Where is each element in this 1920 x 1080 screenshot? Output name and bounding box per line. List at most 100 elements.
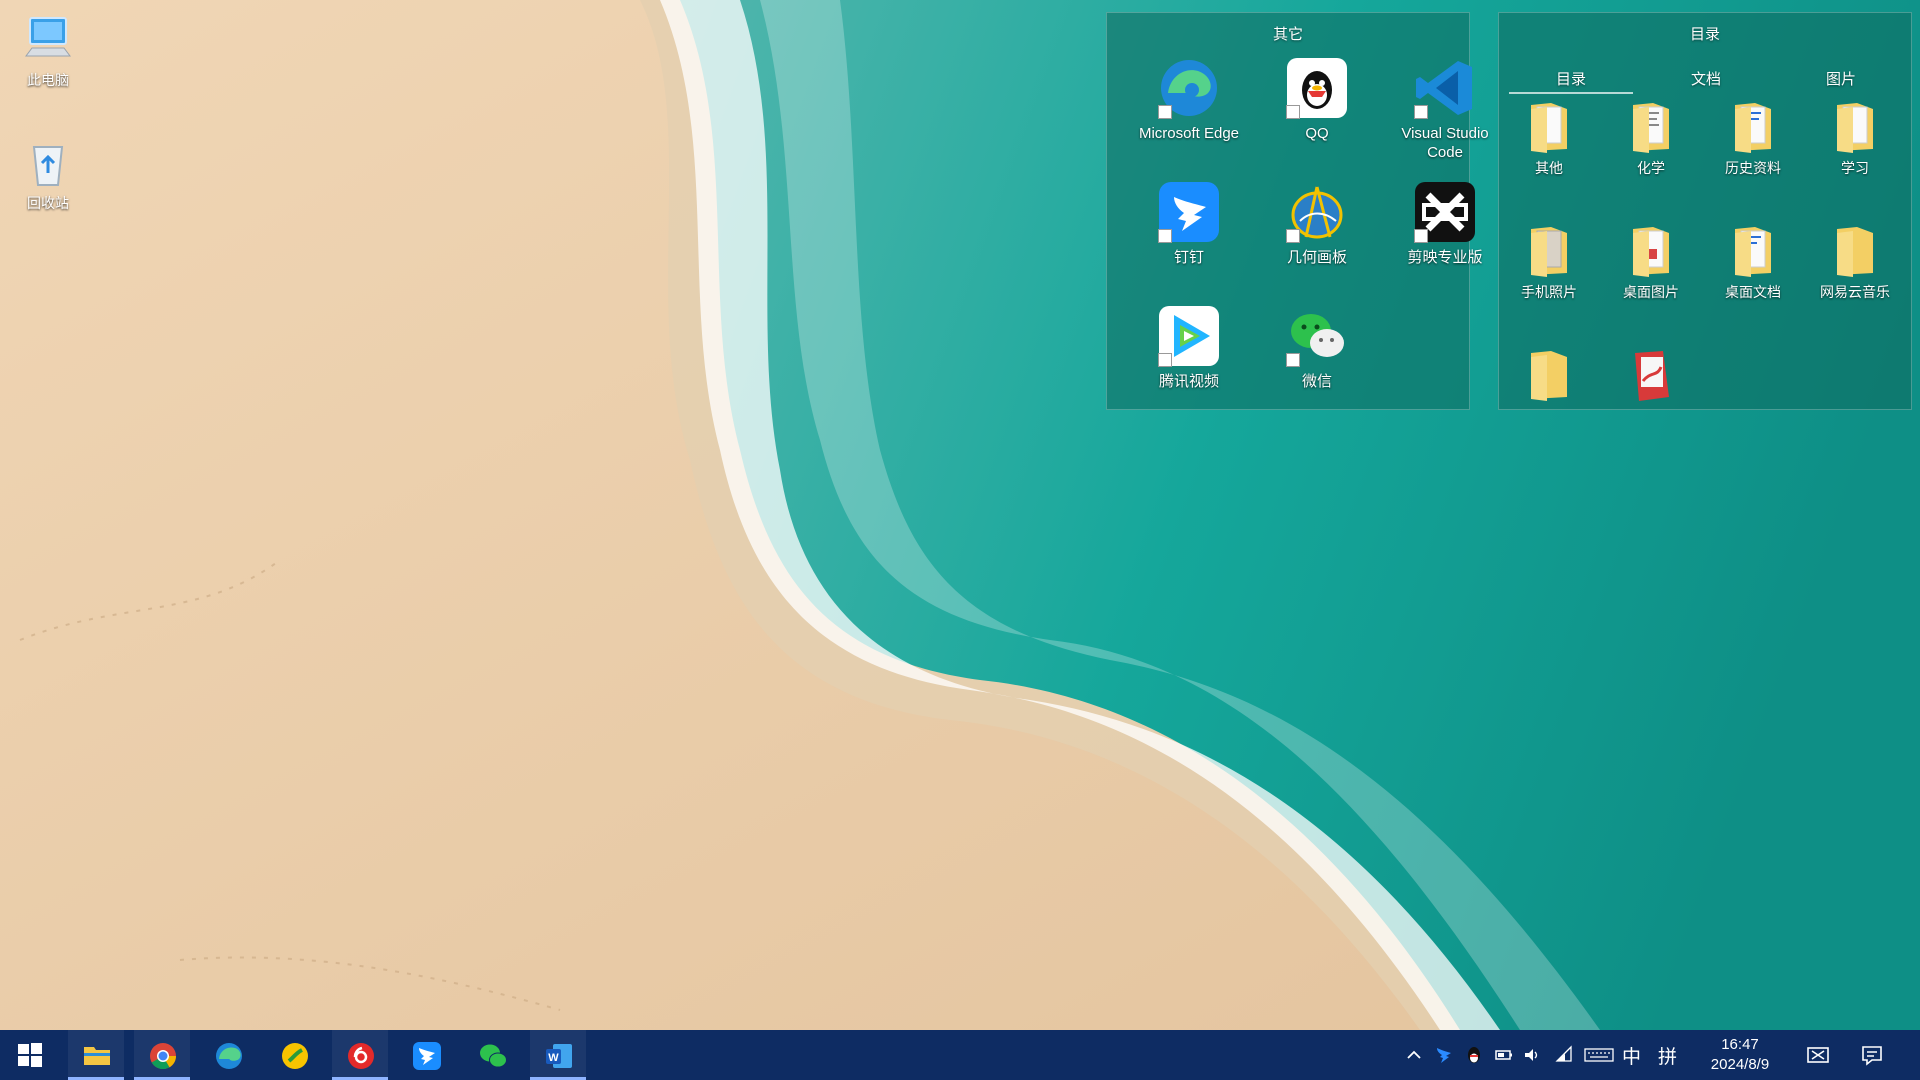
fence-other: 其它 Microsoft Edge QQ Visual Studio Code … <box>1106 12 1489 410</box>
taskbar-chrome[interactable] <box>134 1030 190 1080</box>
volume-icon[interactable] <box>1522 1045 1542 1065</box>
folder-icon <box>1623 223 1679 279</box>
app-qq[interactable]: QQ <box>1262 57 1372 143</box>
app-capcut[interactable]: 剪映专业版 <box>1390 181 1500 267</box>
recycle-bin-icon <box>20 135 76 191</box>
tab-directory[interactable]: 目录 <box>1509 68 1633 94</box>
folder-label: 其他 <box>1535 160 1563 176</box>
system-clock[interactable]: 16:47 2024/8/9 <box>1680 1035 1800 1075</box>
app-label: 钉钉 <box>1173 249 1204 266</box>
taskbar-word[interactable]: W <box>530 1030 586 1080</box>
tab-documents[interactable]: 文档 <box>1644 68 1768 92</box>
ime-mode-indicator[interactable]: 拼 <box>1658 1042 1677 1069</box>
tray-dingtalk-icon[interactable] <box>1434 1045 1454 1065</box>
desktop-icon-recycle-bin[interactable]: 回收站 <box>0 135 96 211</box>
folder-phone-photos[interactable]: 手机照片 <box>1499 223 1599 301</box>
taskbar-dingtalk[interactable] <box>398 1030 454 1080</box>
word-icon: W <box>546 1044 572 1068</box>
dingtalk-icon <box>1158 181 1220 243</box>
folder-label: 手机照片 <box>1521 284 1577 300</box>
dingtalk-icon <box>413 1042 441 1070</box>
document-item-red[interactable] <box>1601 347 1701 407</box>
wechat-icon <box>480 1044 507 1068</box>
tab-pictures[interactable]: 图片 <box>1779 68 1903 92</box>
wechat-icon <box>1286 305 1348 367</box>
folder-icon <box>1521 99 1577 155</box>
app-microsoft-edge[interactable]: Microsoft Edge <box>1134 57 1244 143</box>
app-dingtalk[interactable]: 钉钉 <box>1134 181 1244 267</box>
app-label: Visual Studio Code <box>1401 125 1489 161</box>
chrome-icon <box>150 1043 177 1070</box>
folder-label: 学习 <box>1841 160 1869 176</box>
folder-icon <box>84 1047 110 1065</box>
app-wechat[interactable]: 微信 <box>1262 305 1372 391</box>
taskbar-netease-cloud-music[interactable] <box>332 1030 388 1080</box>
app-label: 几何画板 <box>1286 249 1347 266</box>
music-icon <box>282 1043 308 1069</box>
app-visual-studio-code[interactable]: Visual Studio Code <box>1390 57 1500 162</box>
fence-directory: 目录 目录 文档 图片 其他 化学 历史资料 学习 手机照片 桌面图片 桌面文档… <box>1498 12 1912 410</box>
fence-title: 目录 <box>1689 26 1720 43</box>
folder-label: 化学 <box>1637 160 1665 176</box>
folder-icon <box>1725 223 1781 279</box>
app-label: QQ <box>1305 125 1329 142</box>
folder-desktop-pictures[interactable]: 桌面图片 <box>1601 223 1701 301</box>
battery-icon[interactable] <box>1494 1045 1514 1065</box>
desktop-icon-this-pc[interactable]: 此电脑 <box>0 12 96 88</box>
show-hidden-icons-chevron-icon[interactable] <box>1404 1045 1424 1065</box>
folder-desktop-documents[interactable]: 桌面文档 <box>1703 223 1803 301</box>
folder-chemistry[interactable]: 化学 <box>1601 99 1701 177</box>
pdf-document-icon <box>1623 347 1679 403</box>
taskbar: W 中 拼 16:47 2024/8/9 <box>0 1030 1920 1080</box>
folder-label: 网易云音乐 <box>1820 284 1890 300</box>
clock-time: 16:47 <box>1721 1036 1759 1053</box>
taskbar-wechat[interactable] <box>464 1030 520 1080</box>
folder-history[interactable]: 历史资料 <box>1703 99 1803 177</box>
start-button[interactable] <box>2 1030 58 1080</box>
desktop-icon-label: 此电脑 <box>27 72 69 88</box>
folder-icon <box>1521 223 1577 279</box>
keyboard-icon[interactable] <box>1584 1045 1614 1065</box>
folder-study[interactable]: 学习 <box>1805 99 1905 177</box>
taskbar-file-explorer[interactable] <box>68 1030 124 1080</box>
notification-center-icon[interactable] <box>1860 1044 1884 1066</box>
edge-icon <box>216 1043 242 1069</box>
desktop-toggle-icon[interactable] <box>1806 1044 1830 1066</box>
network-wifi-icon[interactable] <box>1554 1045 1574 1065</box>
ime-language-indicator[interactable]: 中 <box>1622 1042 1641 1069</box>
capcut-icon <box>1414 181 1476 243</box>
desktop-icon-label: 回收站 <box>27 195 69 211</box>
vscode-icon <box>1414 57 1476 119</box>
qq-icon <box>1286 57 1348 119</box>
folder-icon <box>1827 223 1883 279</box>
folder-unnamed[interactable] <box>1499 347 1599 407</box>
tencent-video-icon <box>1158 305 1220 367</box>
folder-netease-music[interactable]: 网易云音乐 <box>1805 223 1905 301</box>
app-label: 微信 <box>1301 373 1332 390</box>
taskbar-music-app[interactable] <box>266 1030 322 1080</box>
geometer-sketchpad-icon <box>1286 181 1348 243</box>
taskbar-edge[interactable] <box>200 1030 256 1080</box>
netease-music-icon <box>348 1043 374 1069</box>
folder-label: 桌面图片 <box>1623 284 1679 300</box>
computer-icon <box>20 12 76 68</box>
folder-icon <box>1623 99 1679 155</box>
folder-label: 桌面文档 <box>1725 284 1781 300</box>
tray-qq-icon[interactable] <box>1464 1045 1484 1065</box>
app-label: 腾讯视频 <box>1158 373 1219 390</box>
folder-icon <box>1827 99 1883 155</box>
fence-title: 其它 <box>1272 26 1303 43</box>
clock-date: 2024/8/9 <box>1710 1056 1770 1073</box>
windows-logo-icon <box>18 1043 42 1067</box>
app-geometer-sketchpad[interactable]: 几何画板 <box>1262 181 1372 267</box>
app-label: 剪映专业版 <box>1407 249 1483 266</box>
folder-icon <box>1521 347 1577 403</box>
edge-icon <box>1158 57 1220 119</box>
folder-other[interactable]: 其他 <box>1499 99 1599 177</box>
app-label: Microsoft Edge <box>1138 125 1240 142</box>
svg-text:W: W <box>548 1052 559 1064</box>
folder-icon <box>1725 99 1781 155</box>
fence-tabs: 目录 文档 图片 <box>1509 68 1901 98</box>
app-tencent-video[interactable]: 腾讯视频 <box>1134 305 1244 391</box>
folder-label: 历史资料 <box>1725 160 1781 176</box>
